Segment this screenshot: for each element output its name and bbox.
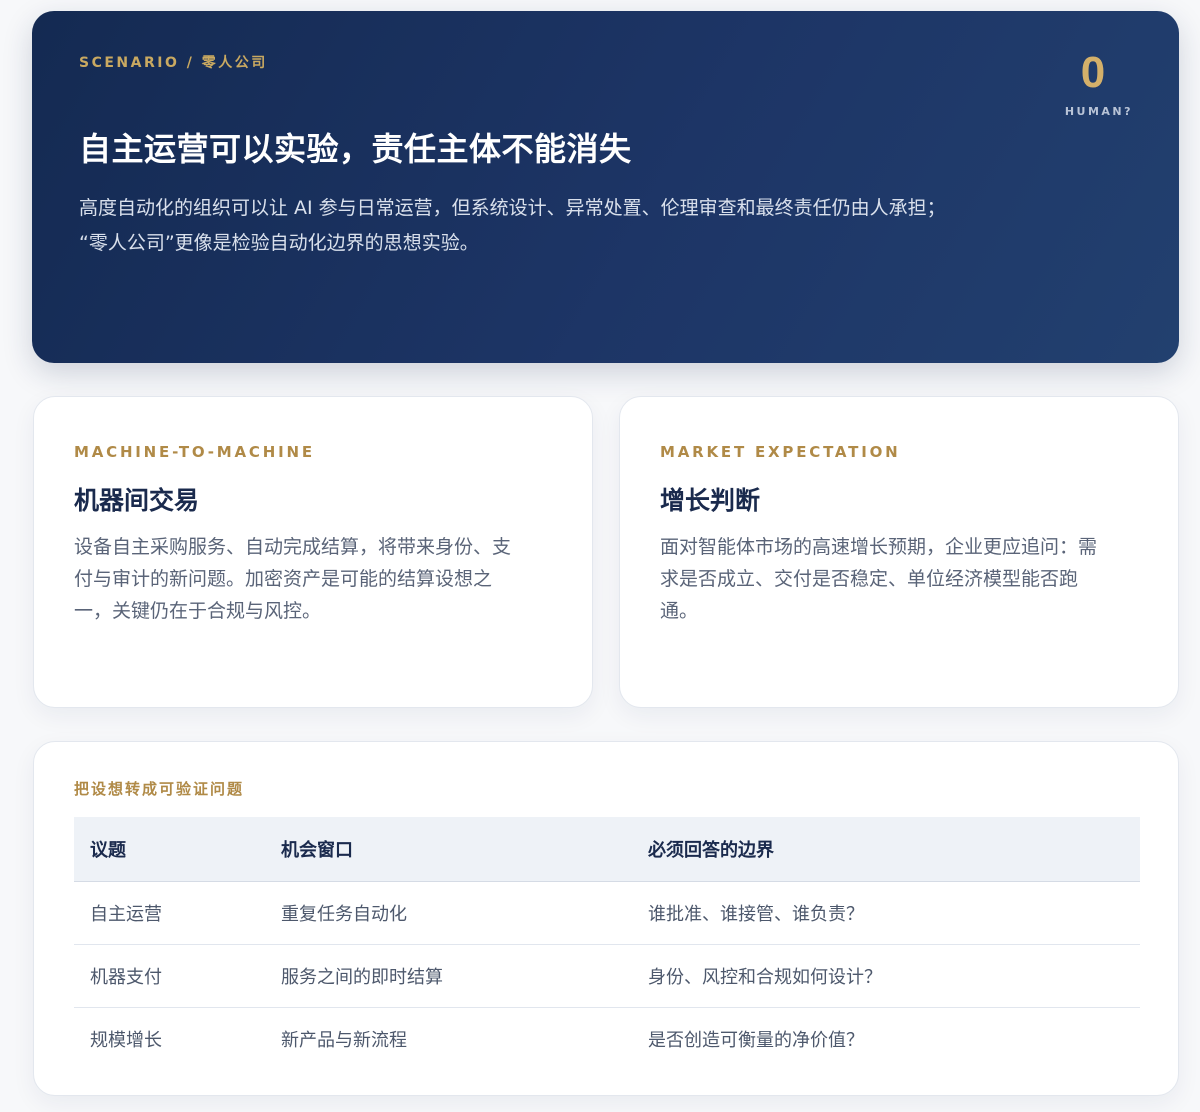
table-cell: 服务之间的即时结算 bbox=[265, 944, 632, 1008]
scenario-tag: SCENARIO / 零人公司 bbox=[79, 55, 268, 71]
card-kicker: MARKET EXPECTATION bbox=[660, 443, 901, 461]
machine-to-machine-card: MACHINE-TO-MACHINE 机器间交易 设备自主采购服务、自动完成结算… bbox=[33, 396, 593, 708]
hero-description-line: 高度自动化的组织可以让 AI 参与日常运营，但系统设计、异常处置、伦理审查和最终… bbox=[79, 197, 946, 219]
hero-description: 高度自动化的组织可以让 AI 参与日常运营，但系统设计、异常处置、伦理审查和最终… bbox=[79, 191, 1079, 261]
hero-title: 自主运营可以实验，责任主体不能消失 bbox=[79, 130, 632, 168]
table-cell: 自主运营 bbox=[74, 881, 265, 945]
column-header-opportunity: 机会窗口 bbox=[265, 817, 632, 882]
table-row: 自主运营 重复任务自动化 谁批准、谁接管、谁负责？ bbox=[74, 881, 1140, 945]
questions-table: 议题 机会窗口 必须回答的边界 自主运营 重复任务自动化 谁批准、谁接管、谁负责… bbox=[74, 817, 1140, 1070]
table-cell: 规模增长 bbox=[90, 1029, 162, 1051]
table-cell: 机器支付 bbox=[74, 944, 265, 1008]
card-title: 机器间交易 bbox=[74, 486, 200, 515]
column-header-topic: 议题 bbox=[74, 817, 265, 882]
table-cell: 身份、风控和合规如何设计？ bbox=[632, 944, 1140, 1008]
hero-description-line: “零人公司”更像是检验自动化边界的思想实验。 bbox=[79, 232, 479, 254]
card-body: 面对智能体市场的高速增长预期，企业更应追问：需 求是否成立、交付是否稳定、单位经… bbox=[660, 531, 1140, 627]
card-title: 增长判断 bbox=[660, 486, 761, 515]
table-cell: 重复任务自动化 bbox=[265, 881, 632, 945]
table-cell: 谁批准、谁接管、谁负责？ bbox=[632, 881, 1140, 945]
market-expectation-card: MARKET EXPECTATION 增长判断 面对智能体市场的高速增长预期，企… bbox=[619, 396, 1179, 708]
card-body-line: 付与审计的新问题。加密资产是可能的结算设想之 bbox=[74, 568, 493, 590]
table-header-row: 议题 机会窗口 必须回答的边界 bbox=[74, 817, 1140, 882]
card-body-line: 面对智能体市场的高速增长预期，企业更应追问：需 bbox=[660, 536, 1098, 558]
table-row: 规模增长 新产品与新流程 是否创造可衡量的净价值？ bbox=[74, 1007, 1140, 1070]
table-cell: 是否创造可衡量的净价值？ bbox=[648, 1029, 864, 1051]
human-count-label: HUMAN? bbox=[1064, 105, 1133, 118]
card-body-line: 通。 bbox=[660, 600, 699, 622]
table-row: 机器支付 服务之间的即时结算 身份、风控和合规如何设计？ bbox=[74, 944, 1140, 1008]
human-count-value: 0 bbox=[1080, 48, 1106, 97]
card-body-line: 求是否成立、交付是否稳定、单位经济模型能否跑 bbox=[660, 568, 1079, 590]
scenario-hero: SCENARIO / 零人公司 0 HUMAN? 自主运营可以实验，责任主体不能… bbox=[32, 11, 1179, 363]
card-body-line: 一，关键仍在于合规与风控。 bbox=[74, 600, 322, 622]
table-cell: 新产品与新流程 bbox=[281, 1029, 407, 1051]
panel-kicker: 把设想转成可验证问题 bbox=[74, 780, 245, 798]
card-body: 设备自主采购服务、自动完成结算，将带来身份、支 付与审计的新问题。加密资产是可能… bbox=[74, 531, 554, 627]
card-body-line: 设备自主采购服务、自动完成结算，将带来身份、支 bbox=[74, 536, 512, 558]
card-kicker: MACHINE-TO-MACHINE bbox=[74, 443, 315, 461]
verification-questions-panel: 把设想转成可验证问题 议题 机会窗口 必须回答的边界 自主运营 重复任务自动化 … bbox=[33, 741, 1179, 1096]
column-header-boundary: 必须回答的边界 bbox=[632, 817, 1140, 882]
